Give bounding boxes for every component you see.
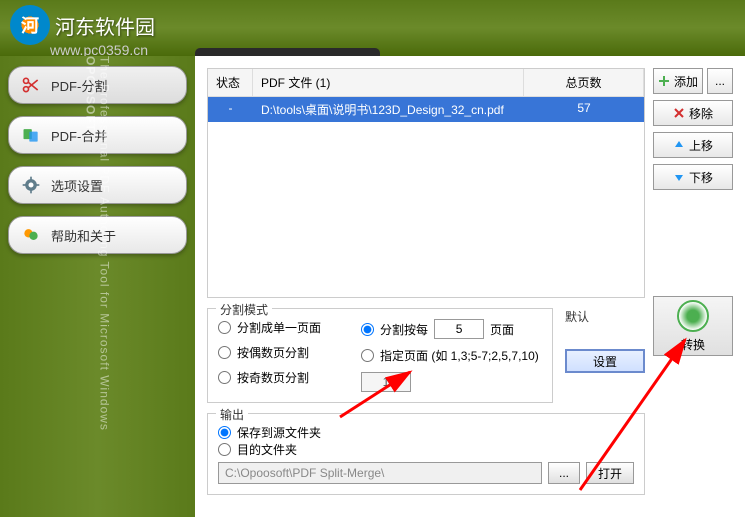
output-title: 输出: [216, 406, 248, 423]
radio-even-input[interactable]: [218, 346, 231, 359]
play-icon: [677, 300, 709, 332]
cell-status: -: [208, 97, 253, 122]
output-fieldset: 输出 保存到源文件夹 目的文件夹 ... 打开: [207, 413, 645, 495]
moveup-button[interactable]: 上移: [653, 132, 733, 158]
default-section: 默认 设置: [565, 308, 645, 403]
main-content: 状态 PDF 文件 (1) 总页数 - D:\tools\桌面\说明书\123D…: [195, 56, 745, 517]
arrow-up-icon: [673, 139, 685, 151]
remove-button[interactable]: 移除: [653, 100, 733, 126]
watermark-logo-icon: 河: [10, 5, 50, 45]
scissors-icon: [19, 73, 43, 97]
brand-tagline: The Professional PDF Authoring Tool for …: [84, 56, 112, 497]
content-area: 状态 PDF 文件 (1) 总页数 - D:\tools\桌面\说明书\123D…: [207, 68, 645, 505]
settings-button[interactable]: 设置: [565, 349, 645, 373]
add-browse-button[interactable]: ...: [707, 68, 733, 94]
col-file[interactable]: PDF 文件 (1): [253, 69, 524, 96]
radio-split-every-input[interactable]: [361, 323, 374, 336]
radio-odd-input[interactable]: [218, 371, 231, 384]
output-path-input: [218, 462, 542, 484]
radio-specify-label: 指定页面 (如 1,3;5-7;2,5,7,10): [380, 347, 539, 364]
plus-icon: [658, 75, 670, 87]
radio-single-input[interactable]: [218, 321, 231, 334]
arrow-down-icon: [673, 171, 685, 183]
add-button[interactable]: 添加: [653, 68, 703, 94]
gear-icon: [19, 173, 43, 197]
radio-target-folder[interactable]: 目的文件夹: [218, 441, 634, 458]
app-header: 河 河东软件园 www.pc0359.cn: [0, 0, 745, 56]
radio-specify-pages-input[interactable]: [361, 349, 374, 362]
movedown-button[interactable]: 下移: [653, 164, 733, 190]
watermark: 河 河东软件园: [10, 5, 155, 45]
sidebar: PDF-分割 PDF-合并 选项设置 帮助和关于 The Professiona…: [0, 56, 195, 517]
watermark-name: 河东软件园: [55, 11, 155, 40]
radio-even-pages[interactable]: 按偶数页分割: [218, 344, 321, 361]
file-list-table: 状态 PDF 文件 (1) 总页数 - D:\tools\桌面\说明书\123D…: [207, 68, 645, 298]
specify-pages-value: [361, 372, 411, 392]
pages-unit-label: 页面: [490, 321, 514, 338]
output-browse-button[interactable]: ...: [548, 462, 580, 484]
radio-odd-pages[interactable]: 按奇数页分割: [218, 369, 321, 386]
table-header: 状态 PDF 文件 (1) 总页数: [208, 69, 644, 97]
output-open-button[interactable]: 打开: [586, 462, 634, 484]
convert-button[interactable]: 转换: [653, 296, 733, 356]
radio-single-page[interactable]: 分割成单一页面: [218, 319, 321, 336]
remove-icon: [673, 107, 685, 119]
merge-icon: [19, 123, 43, 147]
radio-save-source[interactable]: 保存到源文件夹: [218, 424, 634, 441]
radio-target-folder-input[interactable]: [218, 443, 231, 456]
split-mode-fieldset: 分割模式 分割成单一页面 按偶数页分割: [207, 308, 553, 403]
col-status[interactable]: 状态: [208, 69, 253, 96]
default-label: 默认: [565, 308, 645, 325]
header-tab: [195, 48, 380, 56]
radio-save-source-input[interactable]: [218, 426, 231, 439]
help-icon: [19, 223, 43, 247]
table-row[interactable]: - D:\tools\桌面\说明书\123D_Design_32_cn.pdf …: [208, 97, 644, 122]
main-container: PDF-分割 PDF-合并 选项设置 帮助和关于 The Professiona…: [0, 56, 745, 517]
actions-panel: 添加 ... 移除 上移 下移 转换: [653, 68, 733, 505]
cell-pages: 57: [524, 97, 644, 122]
col-pages[interactable]: 总页数: [524, 69, 644, 96]
split-mode-title: 分割模式: [216, 301, 272, 318]
split-every-value[interactable]: [434, 319, 484, 339]
cell-file: D:\tools\桌面\说明书\123D_Design_32_cn.pdf: [253, 97, 524, 122]
radio-split-every-label: 分割按每: [380, 321, 428, 338]
